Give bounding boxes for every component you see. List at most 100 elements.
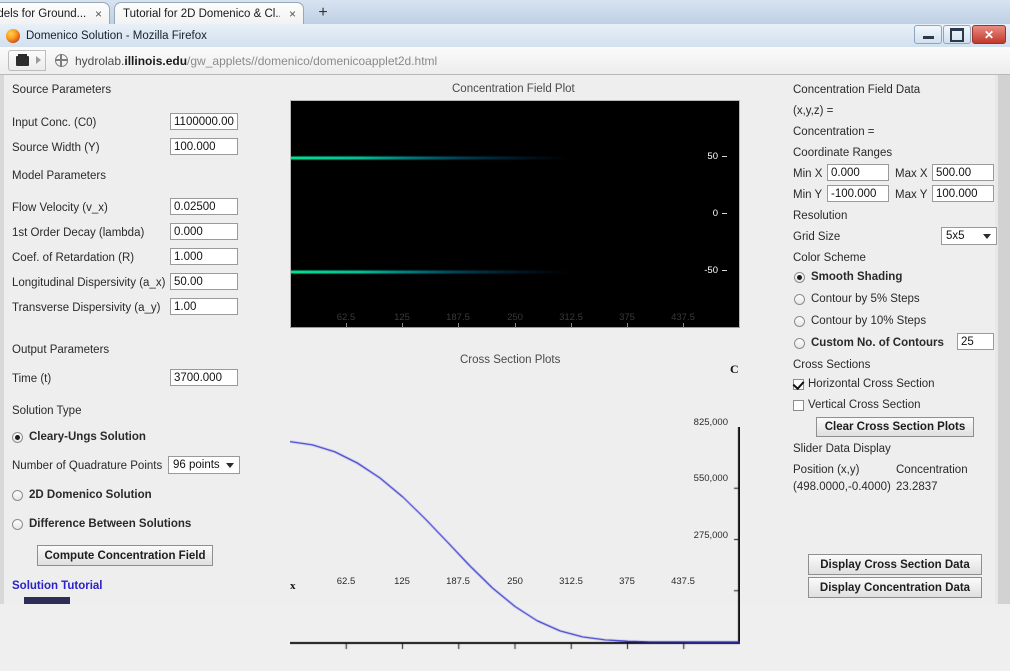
field-xtickmark-4 [515,323,516,328]
grid-size-select[interactable]: 5x5 [941,227,997,245]
resolution-heading: Resolution [793,210,848,222]
xsec-xtick-62-5: 62.5 [336,576,356,587]
field-xtickmark-7 [683,323,684,328]
xsec-xtick-375: 375 [619,576,635,587]
retardation-label: Coef. of Retardation (R) [12,252,135,264]
xsec-ytick-550000: 550,000 [693,473,728,484]
field-xtickmark-2 [402,323,403,328]
time-label: Time (t) [12,373,52,385]
clear-cross-section-plots-button[interactable]: Clear Cross Section Plots [816,417,974,437]
field-xtickmark-6 [627,323,628,328]
quadrature-label: Number of Quadrature Points [12,460,163,472]
field-xtick-125: 125 [394,312,410,323]
xsec-xtick-187-5: 187.5 [446,576,470,587]
field-xtickmark-3 [458,323,459,328]
concentration-field-plot-title: Concentration Field Plot [452,83,575,95]
max-x-label: Max X [895,168,928,180]
minimize-button[interactable] [914,25,942,44]
transverse-dispersivity-input[interactable]: 1.00 [170,298,238,315]
field-xtick-187-5: 187.5 [446,312,470,323]
window-controls: ✕ [914,25,1006,44]
output-parameters-heading: Output Parameters [12,344,110,356]
quadrature-points-value: 96 points [173,459,220,471]
firefox-icon [6,28,20,43]
checkbox-horizontal-cross-section[interactable] [793,379,804,390]
display-cross-section-data-button[interactable]: Display Cross Section Data [808,554,982,575]
page-left-edge [0,75,4,604]
max-y-input[interactable]: 100.000 [932,185,994,202]
cross-section-canvas[interactable] [290,427,740,671]
max-y-label: Max Y [895,189,928,201]
field-xtick-250: 250 [507,312,523,323]
grid-size-value: 5x5 [946,230,965,242]
custom-contours-label: Custom No. of Contours [811,337,944,349]
field-ytick-50: 50 [707,151,718,162]
max-x-input[interactable]: 500.00 [932,164,994,181]
xsec-xtick-125: 125 [394,576,410,587]
chevron-right-icon [35,50,46,71]
url-bar[interactable]: hydrolab.illinois.edu/gw_applets//domeni… [75,54,437,68]
field-xtickmark-5 [571,323,572,328]
display-concentration-data-button[interactable]: Display Concentration Data [808,577,982,598]
checkbox-vertical-cross-section[interactable] [793,400,804,411]
quadrature-points-select[interactable]: 96 points [168,456,240,474]
radio-smooth-shading[interactable] [794,272,805,283]
position-value: (498.0000,-0.4000) [793,481,891,493]
xsec-ytick-275000: 275,000 [693,530,728,541]
new-tab-button[interactable]: + [313,4,333,22]
browser-tab-2-label: Tutorial for 2D Domenico & Cl... [123,7,280,20]
url-domain: illinois.edu [124,53,188,68]
time-input[interactable]: 3700.000 [170,369,238,386]
longitudinal-dispersivity-input[interactable]: 50.00 [170,273,238,290]
input-conc-input[interactable]: 1100000.00 [170,113,238,130]
compute-concentration-field-button[interactable]: Compute Concentration Field [37,545,213,566]
navigation-bar: hydrolab.illinois.edu/gw_applets//domeni… [0,47,1010,75]
solution-tutorial-link[interactable]: Solution Tutorial [12,580,103,592]
custom-contours-input[interactable]: 25 [957,333,994,350]
radio-contour-5[interactable] [794,294,805,305]
field-xtickmark-1 [346,323,347,328]
browser-tab-2[interactable]: Tutorial for 2D Domenico & Cl... × [114,2,304,24]
concentration-field-plot[interactable] [290,100,740,328]
flow-velocity-input[interactable]: 0.02500 [170,198,238,215]
xsec-xtick-437-5: 437.5 [671,576,695,587]
close-icon[interactable]: × [92,8,105,20]
page-right-edge [998,75,1010,604]
radio-contour-10[interactable] [794,316,805,327]
domenico-label: 2D Domenico Solution [29,489,152,501]
solution-type-heading: Solution Type [12,405,82,417]
cross-section-ylabel: C [730,362,739,376]
source-width-input[interactable]: 100.000 [170,138,238,155]
close-icon[interactable]: × [286,8,299,20]
site-identity-button[interactable] [8,50,35,71]
close-button[interactable]: ✕ [972,25,1006,44]
difference-label: Difference Between Solutions [29,518,192,530]
maximize-button[interactable] [943,25,971,44]
model-parameters-heading: Model Parameters [12,170,106,182]
input-conc-label: Input Conc. (C0) [12,117,97,129]
browser-tab-1[interactable]: odels for Ground... × [0,2,110,24]
cleary-ungs-label: Cleary-Ungs Solution [29,431,146,443]
cross-section-plot-title: Cross Section Plots [460,354,561,366]
flow-velocity-label: Flow Velocity (v_x) [12,202,108,214]
field-ytickmark-neg50 [722,270,727,271]
grid-size-label: Grid Size [793,231,841,243]
radio-custom-contours[interactable] [794,338,805,349]
field-ytick-0: 0 [712,208,718,219]
radio-difference[interactable] [12,519,23,530]
chevron-down-icon [226,463,234,468]
cross-section-plot[interactable] [290,427,740,671]
concentration-field-canvas[interactable] [291,101,739,327]
radio-2d-domenico[interactable] [12,490,23,501]
concentration-value: 23.2837 [896,481,938,493]
min-y-input[interactable]: -100.000 [827,185,889,202]
min-x-input[interactable]: 0.000 [827,164,889,181]
field-xtick-62-5: 62.5 [336,312,356,323]
xsec-ytick-825000: 825,000 [693,417,728,428]
title-bar: Domenico Solution - Mozilla Firefox ✕ [0,24,1010,48]
field-xtick-375: 375 [619,312,635,323]
retardation-input[interactable]: 1.000 [170,248,238,265]
tab-strip: odels for Ground... × Tutorial for 2D Do… [0,0,1010,25]
decay-input[interactable]: 0.000 [170,223,238,240]
radio-cleary-ungs[interactable] [12,432,23,443]
